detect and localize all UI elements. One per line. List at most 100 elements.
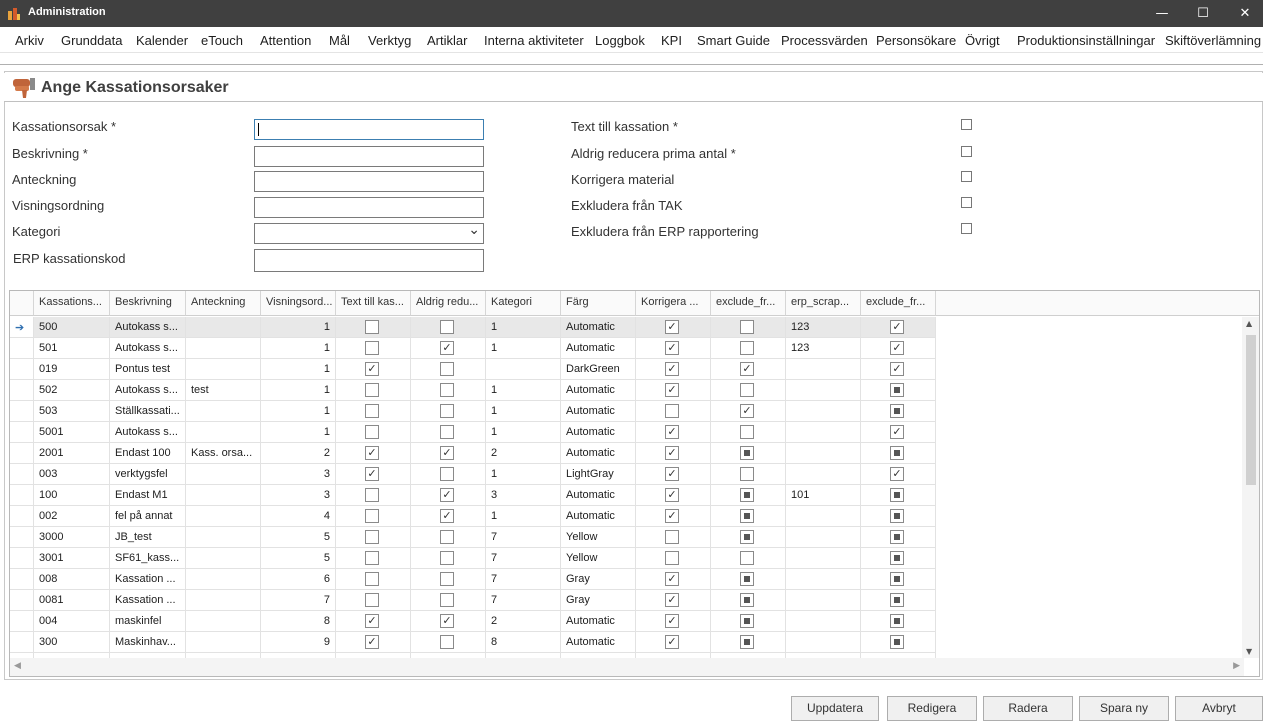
checkbox[interactable] xyxy=(665,551,679,565)
menu-item[interactable]: Skiftöverlämning xyxy=(1165,33,1261,48)
table-row[interactable]: 5001 Autokass s... 1 1 Automatic ✓ ✓ xyxy=(10,422,936,443)
checkbox[interactable] xyxy=(365,341,379,355)
checkbox[interactable]: ✓ xyxy=(890,362,904,376)
cell-text[interactable] xyxy=(336,569,411,590)
cell-excl[interactable] xyxy=(711,632,786,653)
checkbox[interactable] xyxy=(740,488,754,502)
checkbox[interactable] xyxy=(440,551,454,565)
close-button[interactable]: ✕ xyxy=(1222,0,1263,27)
checkbox[interactable] xyxy=(890,509,904,523)
cell-excl2[interactable] xyxy=(861,569,936,590)
cell-aldrig[interactable] xyxy=(411,590,486,611)
checkbox[interactable]: ✓ xyxy=(665,572,679,586)
cell-aldrig[interactable] xyxy=(411,422,486,443)
text-input[interactable] xyxy=(254,197,484,218)
checkbox[interactable]: ✓ xyxy=(665,383,679,397)
redigera-button[interactable]: Redigera xyxy=(887,696,977,721)
checkbox[interactable]: ✓ xyxy=(890,425,904,439)
uppdatera-button[interactable]: Uppdatera xyxy=(791,696,879,721)
menu-item[interactable]: Produktionsinställningar xyxy=(1017,33,1155,48)
checkbox[interactable] xyxy=(440,362,454,376)
cell-korr[interactable]: ✓ xyxy=(636,359,711,380)
menu-item[interactable]: Mål xyxy=(329,33,350,48)
cell-korr[interactable] xyxy=(636,401,711,422)
cell-excl2[interactable] xyxy=(861,443,936,464)
checkbox[interactable] xyxy=(740,446,754,460)
checkbox[interactable] xyxy=(440,572,454,586)
cell-text[interactable] xyxy=(336,506,411,527)
radera-button[interactable]: Radera xyxy=(983,696,1073,721)
table-row[interactable]: 100 Endast M1 3 ✓ 3 Automatic ✓ 101 xyxy=(10,485,936,506)
menu-item[interactable]: Artiklar xyxy=(427,33,467,48)
cell-excl2[interactable] xyxy=(861,380,936,401)
checkbox[interactable] xyxy=(961,223,972,234)
cell-text[interactable] xyxy=(336,401,411,422)
checkbox[interactable] xyxy=(365,404,379,418)
table-row[interactable]: 501 Autokass s... 1 ✓ 1 Automatic ✓ 123 ✓ xyxy=(10,338,936,359)
table-row[interactable]: 019 Pontus test 1 ✓ DarkGreen ✓ ✓ ✓ xyxy=(10,359,936,380)
checkbox[interactable]: ✓ xyxy=(665,635,679,649)
checkbox[interactable]: ✓ xyxy=(740,362,754,376)
cell-excl2[interactable]: ✓ xyxy=(861,317,936,338)
checkbox[interactable] xyxy=(740,551,754,565)
cell-excl2[interactable]: ✓ xyxy=(861,359,936,380)
checkbox[interactable] xyxy=(890,488,904,502)
checkbox[interactable]: ✓ xyxy=(665,509,679,523)
checkbox[interactable] xyxy=(961,171,972,182)
cell-text[interactable] xyxy=(336,338,411,359)
cell-excl2[interactable] xyxy=(861,485,936,506)
cell-korr[interactable]: ✓ xyxy=(636,422,711,443)
scroll-left-icon[interactable]: ◀ xyxy=(14,661,21,671)
checkbox[interactable]: ✓ xyxy=(890,320,904,334)
cell-korr[interactable]: ✓ xyxy=(636,611,711,632)
checkbox[interactable]: ✓ xyxy=(665,425,679,439)
checkbox[interactable]: ✓ xyxy=(440,446,454,460)
menu-item[interactable]: KPI xyxy=(661,33,682,48)
checkbox[interactable] xyxy=(365,551,379,565)
table-row[interactable]: 3000 JB_test 5 7 Yellow xyxy=(10,527,936,548)
checkbox[interactable] xyxy=(365,425,379,439)
cell-excl[interactable] xyxy=(711,485,786,506)
checkbox[interactable]: ✓ xyxy=(665,467,679,481)
checkbox[interactable]: ✓ xyxy=(740,404,754,418)
cell-excl[interactable] xyxy=(711,422,786,443)
cell-text[interactable]: ✓ xyxy=(336,611,411,632)
cell-aldrig[interactable] xyxy=(411,632,486,653)
cell-excl[interactable] xyxy=(711,506,786,527)
table-row[interactable]: 002 fel på annat 4 ✓ 1 Automatic ✓ xyxy=(10,506,936,527)
checkbox[interactable] xyxy=(890,572,904,586)
checkbox[interactable] xyxy=(665,404,679,418)
menu-item[interactable]: Personsökare xyxy=(876,33,956,48)
column-header[interactable]: Anteckning xyxy=(186,291,261,316)
checkbox[interactable]: ✓ xyxy=(665,614,679,628)
cell-aldrig[interactable] xyxy=(411,527,486,548)
row-header[interactable] xyxy=(10,401,34,422)
checkbox[interactable] xyxy=(740,341,754,355)
cell-excl[interactable] xyxy=(711,527,786,548)
text-input[interactable] xyxy=(254,249,484,272)
checkbox[interactable]: ✓ xyxy=(890,341,904,355)
checkbox[interactable] xyxy=(740,509,754,523)
checkbox[interactable] xyxy=(365,572,379,586)
checkbox[interactable]: ✓ xyxy=(440,488,454,502)
avbryt-button[interactable]: Avbryt xyxy=(1175,696,1263,721)
menu-item[interactable]: Kalender xyxy=(136,33,188,48)
cell-text[interactable]: ✓ xyxy=(336,632,411,653)
vertical-scrollbar[interactable]: ▲ ▼ xyxy=(1242,317,1259,658)
cell-korr[interactable]: ✓ xyxy=(636,443,711,464)
checkbox[interactable] xyxy=(890,635,904,649)
cell-text[interactable]: ✓ xyxy=(336,443,411,464)
scroll-down-icon[interactable]: ▼ xyxy=(1246,647,1252,656)
cell-excl[interactable] xyxy=(711,569,786,590)
cell-text[interactable]: ✓ xyxy=(336,359,411,380)
checkbox[interactable] xyxy=(890,446,904,460)
menu-item[interactable]: Verktyg xyxy=(368,33,411,48)
checkbox[interactable]: ✓ xyxy=(365,467,379,481)
menu-item[interactable]: Smart Guide xyxy=(697,33,770,48)
column-header[interactable]: exclude_fr... xyxy=(861,291,936,316)
cell-text[interactable] xyxy=(336,422,411,443)
column-header[interactable]: exclude_fr... xyxy=(711,291,786,316)
spara-ny-button[interactable]: Spara ny xyxy=(1079,696,1169,721)
cell-korr[interactable] xyxy=(636,548,711,569)
checkbox[interactable] xyxy=(961,146,972,157)
